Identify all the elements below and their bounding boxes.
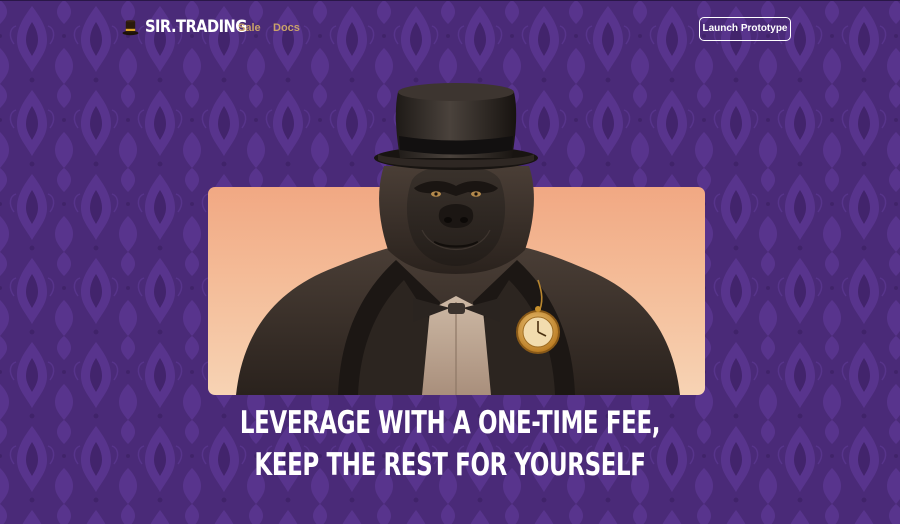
navbar: SIR.TRADING Sale Docs Launch Prototype <box>0 0 900 58</box>
hero-headline: LEVERAGE WITH A ONE-TIME FEE, KEEP THE R… <box>0 402 900 486</box>
nav-link-sale[interactable]: Sale <box>238 22 261 34</box>
nav-link-docs[interactable]: Docs <box>273 22 300 34</box>
gorilla-in-top-hat-illustration <box>236 83 680 395</box>
hero-headline-line-2: KEEP THE REST FOR YOURSELF <box>254 447 646 483</box>
top-hat-icon <box>122 19 139 35</box>
brand-name: SIR.TRADING <box>145 17 247 37</box>
hero-headline-line-1: LEVERAGE WITH A ONE-TIME FEE, <box>239 405 661 441</box>
launch-prototype-button[interactable]: Launch Prototype <box>699 17 791 41</box>
